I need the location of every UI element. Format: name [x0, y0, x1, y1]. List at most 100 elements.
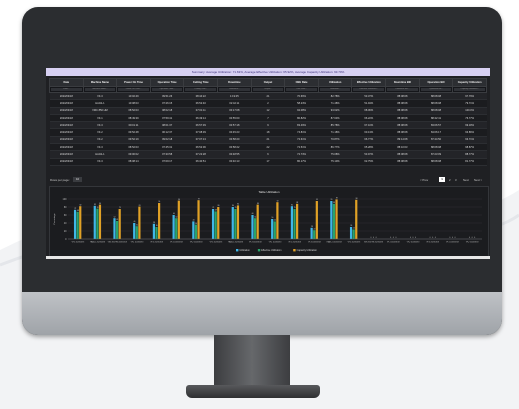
- table-cell: 88:08:08: [385, 114, 420, 123]
- table-cell: 88:08:08: [385, 99, 420, 108]
- column-filter-input[interactable]: Downtime...: [219, 88, 250, 91]
- bar: [79, 206, 82, 239]
- table-cell: 09:52:19: [116, 136, 151, 145]
- data-label: 98: [356, 198, 358, 200]
- table-cell: 75.10%: [318, 158, 352, 166]
- current-page-button[interactable]: 1: [439, 177, 445, 182]
- data-label: 75: [294, 207, 296, 209]
- bar: [296, 203, 299, 239]
- table-cell: VF-3: [83, 158, 117, 166]
- screen-bottom-strip: [46, 256, 490, 259]
- table-row[interactable]: 2023/03/18 VF-2 09:52:48 06:12:37 07:08:39 00…: [49, 128, 487, 137]
- rows-per-page-label: Rows per page:: [50, 178, 70, 182]
- prev-page-button[interactable]: < Prev: [420, 178, 428, 182]
- x-tick-label: HAAS-1 2023/03/18: [228, 241, 243, 244]
- table-cell: 80.17%: [284, 158, 319, 166]
- column-header[interactable]: Operation Bill: [418, 78, 454, 87]
- table-cell: 08:52:03: [116, 143, 151, 152]
- data-label: 82: [80, 204, 82, 206]
- table-cell: 07:30:58: [150, 150, 184, 159]
- bar: [271, 219, 274, 239]
- column-header[interactable]: Machine Name: [82, 78, 118, 87]
- column-header[interactable]: Operation Time: [149, 78, 185, 87]
- table-row[interactable]: 2023/03/18 HAAS-1 10:08:03 07:26:15 06:52:40…: [49, 99, 487, 108]
- table-cell: 06:52:40: [183, 99, 218, 108]
- x-tick-label: VF-3 2023/03/18: [249, 242, 262, 244]
- monitor-stand-neck: [214, 335, 290, 387]
- table-row[interactable]: 2023/03/18 HAAS-1 09:00:02 07:30:58 07:22:28…: [49, 150, 487, 159]
- column-header[interactable]: Cutting Time: [183, 78, 219, 87]
- table-cell: 06:40:51: [183, 158, 218, 166]
- table-cell: 66.77%: [351, 136, 386, 145]
- table-cell: 2023/03/18: [49, 150, 84, 159]
- bar: [155, 227, 158, 239]
- data-label: 44: [274, 220, 276, 222]
- dashboard-screen: Summary: Average Utilization: 71.63%, Av…: [46, 68, 490, 259]
- next-page-button[interactable]: Next: [463, 178, 469, 182]
- table-row[interactable]: 2023/03/18 VF-3 10:02:49 09:51:26 08:44:22 1:…: [49, 92, 487, 101]
- table-cell: 9: [251, 121, 285, 130]
- column-header[interactable]: Output: [250, 78, 286, 87]
- rows-per-page-select[interactable]: 10: [73, 177, 82, 182]
- table-row[interactable]: 2023/03/18 VF-3 08:08:14 07:09:17 06:40:51 00…: [49, 158, 487, 166]
- bar: [133, 223, 136, 239]
- data-label: 88: [296, 202, 298, 204]
- table-cell: 72.51%: [284, 143, 319, 152]
- table-cell: 2: [251, 99, 285, 108]
- table-cell: 88:08:08: [385, 158, 420, 166]
- column-header[interactable]: Effective Utilization: [351, 78, 387, 87]
- column-filter-input[interactable]: Operation Bill...: [420, 88, 452, 91]
- table-cell: 00:48:55: [217, 150, 252, 159]
- bar: [234, 209, 237, 239]
- table-cell: 09:02:18: [150, 136, 184, 145]
- data-label: 24: [353, 228, 355, 230]
- column-filter-input[interactable]: Power On Time...: [118, 88, 149, 91]
- table-cell: HAAS-1: [83, 150, 117, 159]
- y-tick-label: 60: [64, 214, 67, 217]
- table-cell: 76.77%: [452, 114, 487, 123]
- table-cell: 00:17:08: [217, 107, 252, 115]
- table-row[interactable]: 2023/03/18 VF-3 08:52:03 07:45:31 06:52:06 00…: [49, 143, 487, 152]
- table-cell: 72.61%: [284, 136, 319, 145]
- column-filter-input[interactable]: Filter...: [51, 88, 82, 91]
- table-cell: 08:08:14: [116, 158, 151, 166]
- column-header[interactable]: OEE Rate: [284, 78, 319, 87]
- table-cell: 06:57:39: [183, 121, 218, 130]
- last-page-button[interactable]: Next >: [474, 178, 482, 182]
- legend-label: Capacity Utilization: [297, 249, 318, 252]
- column-filter-input[interactable]: OEE Rate...: [286, 88, 317, 91]
- table-row[interactable]: 2023/03/18 VF-2 09:52:19 09:02:18 07:07:13 00…: [49, 136, 487, 145]
- column-header[interactable]: Date: [49, 78, 84, 87]
- column-filter-input[interactable]: Utilization...: [319, 88, 351, 91]
- table-cell: 08:44:22: [183, 92, 218, 101]
- x-tick-label: VMC 850 HM 2023/03/18: [364, 242, 383, 244]
- data-label: 52: [254, 216, 256, 218]
- page-3-button[interactable]: 3: [455, 178, 457, 182]
- bar: [177, 200, 180, 239]
- column-filter-input[interactable]: Output...: [252, 88, 284, 91]
- column-header[interactable]: Downtime Bill: [385, 78, 420, 87]
- column-filter-input[interactable]: Machine Name...: [84, 88, 116, 91]
- column-filter-input[interactable]: Cutting Time...: [185, 88, 217, 91]
- table-cell: 87:23:09: [419, 150, 453, 159]
- table-cell: 74.81%: [284, 128, 319, 137]
- page-2-button[interactable]: 2: [449, 178, 451, 182]
- table-cell: 1:19:05: [217, 92, 252, 101]
- table-cell: 07:01:11: [183, 107, 218, 115]
- legend-swatch: [257, 249, 261, 252]
- column-header[interactable]: Power On Time: [116, 78, 151, 87]
- column-header[interactable]: Utilization: [317, 78, 353, 87]
- table-row[interactable]: 2023/03/18 VMC 850 HM 08:52:03 08:02:18 07:0…: [49, 107, 487, 115]
- data-label: 99: [336, 198, 338, 200]
- table-row[interactable]: 2023/03/18 VF-1 08:49:39 07:59:41 06:49:14 00…: [49, 114, 487, 123]
- bar: [352, 229, 355, 239]
- column-filter-input[interactable]: Capacity Utilization...: [454, 88, 485, 91]
- column-filter-input[interactable]: Operation Time...: [151, 88, 183, 91]
- table-cell: 88:08:08: [419, 143, 453, 152]
- column-filter-input[interactable]: Downtime Bill...: [387, 88, 418, 91]
- y-tick-label: 80: [64, 206, 67, 209]
- column-header[interactable]: Downtime: [217, 78, 252, 87]
- column-header[interactable]: Capacity Utilization: [452, 78, 487, 87]
- table-row[interactable]: 2023/03/18 VF-3 09:01:11 08:01:37 06:57:39 00…: [49, 121, 487, 130]
- column-filter-input[interactable]: Effective Utilization...: [353, 88, 385, 91]
